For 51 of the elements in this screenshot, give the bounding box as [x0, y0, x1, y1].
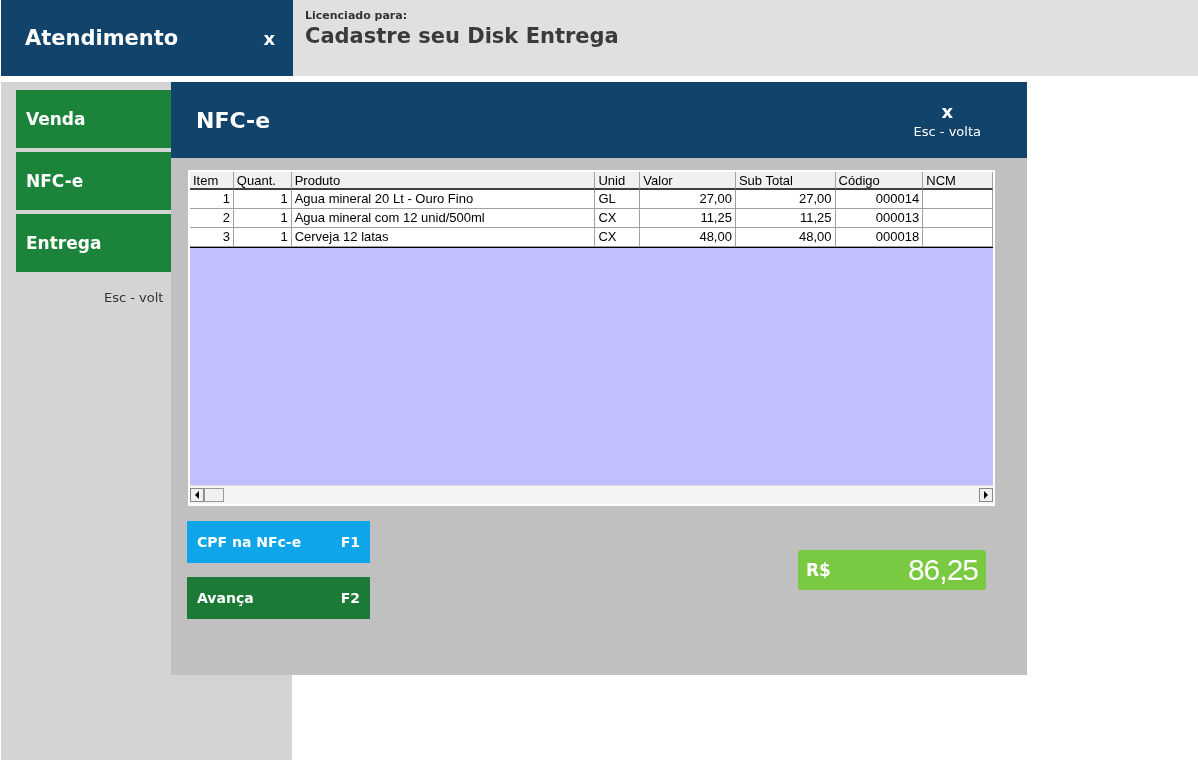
table-cell: 27,00	[640, 190, 736, 209]
table-cell: 3	[190, 228, 234, 247]
table-cell: 000014	[835, 190, 924, 209]
column-header[interactable]: Item	[190, 172, 234, 190]
scrollbar-thumb[interactable]	[204, 488, 224, 502]
table-cell	[923, 209, 993, 228]
sidebar-button[interactable]: Venda	[16, 90, 171, 148]
currency-label: R$	[806, 560, 831, 580]
table-cell	[923, 228, 993, 247]
table-cell: CX	[595, 209, 641, 228]
table-cell: Cerveja 12 latas	[291, 228, 596, 247]
column-header[interactable]: Código	[835, 172, 924, 190]
table-cell	[923, 190, 993, 209]
horizontal-scrollbar[interactable]	[190, 485, 993, 504]
table-cell: 000018	[835, 228, 924, 247]
table-cell: 1	[190, 190, 234, 209]
column-header[interactable]: NCM	[923, 172, 993, 190]
table-cell: 000013	[835, 209, 924, 228]
sidebar-button[interactable]: NFC-e	[16, 152, 171, 210]
license-name: Cadastre seu Disk Entrega	[305, 24, 620, 48]
left-arrow-icon[interactable]	[194, 491, 200, 499]
dialog-title: NFC-e	[196, 107, 271, 133]
column-header[interactable]: Produto	[291, 172, 596, 190]
right-arrow-icon[interactable]	[983, 491, 989, 499]
close-button[interactable]: x	[941, 101, 954, 122]
column-header[interactable]: Unid	[595, 172, 641, 190]
table-cell: 11,25	[640, 209, 736, 228]
table-cell: 48,00	[735, 228, 836, 247]
total-value: 86,25	[907, 553, 978, 587]
table-cell: Agua mineral 20 Lt - Ouro Fino	[291, 190, 596, 209]
license-label: Licenciado para:	[305, 9, 409, 22]
table-cell: 11,25	[735, 209, 836, 228]
sidebar-button[interactable]: Entrega	[16, 214, 171, 272]
table-cell: 1	[233, 209, 292, 228]
close-button[interactable]: x	[263, 27, 275, 49]
column-header[interactable]: Valor	[640, 172, 736, 190]
app-title: Atendimento	[25, 26, 179, 50]
table-cell: CX	[595, 228, 641, 247]
table-cell: 27,00	[735, 190, 836, 209]
table-cell: 2	[190, 209, 234, 228]
table-cell: 1	[233, 190, 292, 209]
table-cell: Agua mineral com 12 unid/500ml	[291, 209, 596, 228]
table-cell: 1	[233, 228, 292, 247]
shortcut-hint: Esc - volta	[913, 123, 981, 139]
shortcut-hint: Esc - volt	[104, 290, 164, 305]
column-header[interactable]: Quant.	[233, 172, 292, 190]
action-button[interactable]: Avança F2	[187, 577, 370, 619]
table-cell: GL	[595, 190, 641, 209]
items-table[interactable]	[188, 170, 995, 506]
column-header[interactable]: Sub Total	[735, 172, 836, 190]
table-cell: 48,00	[640, 228, 736, 247]
